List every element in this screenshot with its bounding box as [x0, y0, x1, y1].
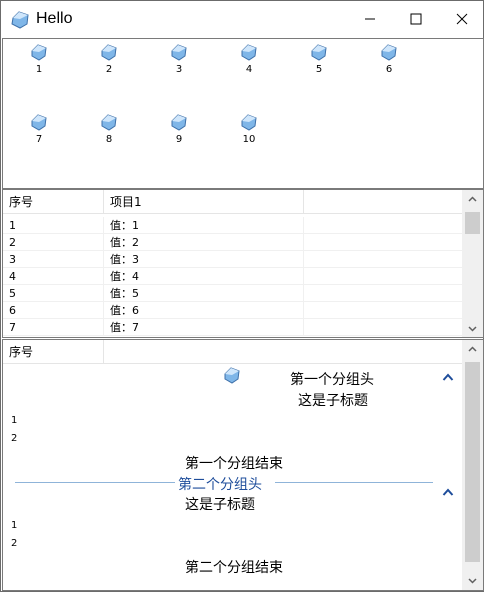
row-index: 3 [3, 251, 104, 268]
icon-item[interactable]: 7 [19, 111, 59, 155]
maximize-icon [410, 13, 422, 25]
icon-label: 5 [315, 64, 323, 75]
icon-label: 3 [175, 64, 183, 75]
gem-icon [381, 44, 397, 61]
row-value: 值：4 [104, 268, 304, 285]
table-row[interactable]: 6 值：6 [3, 302, 463, 319]
row-index: 5 [3, 285, 104, 302]
icon-item[interactable]: 3 [159, 41, 199, 85]
gem-icon [101, 44, 117, 61]
close-icon [456, 13, 468, 25]
minimize-button[interactable] [347, 1, 393, 37]
group2-subtitle: 这是子标题 [185, 497, 255, 513]
list-item[interactable]: 1 [11, 415, 17, 426]
group-list-header: 序号 [3, 340, 463, 364]
group1-footer: 第一个分组结束 [185, 456, 283, 472]
chevron-down-icon [468, 577, 477, 584]
window-title: Hello [36, 10, 73, 27]
icon-item[interactable]: 4 [229, 41, 269, 85]
gem-icon [171, 114, 187, 131]
group-divider [15, 482, 175, 483]
scroll-up-button[interactable] [462, 340, 483, 357]
icon-item[interactable]: 5 [299, 41, 339, 85]
chevron-down-icon [468, 325, 477, 332]
scroll-thumb[interactable] [465, 362, 480, 562]
row-index: 7 [3, 319, 104, 336]
table-row[interactable]: 1 值：1 [3, 217, 463, 234]
icon-label: 2 [105, 64, 113, 75]
icon-label: 4 [245, 64, 253, 75]
gem-icon [224, 367, 240, 384]
icon-view[interactable]: 1 2 3 4 5 6 7 8 9 10 [2, 38, 484, 189]
gem-icon [241, 114, 257, 131]
row-value: 值：7 [104, 319, 304, 336]
scroll-down-button[interactable] [462, 572, 483, 589]
icon-label: 1 [35, 64, 43, 75]
row-value: 值：3 [104, 251, 304, 268]
table-row[interactable]: 3 值：3 [3, 251, 463, 268]
scroll-up-button[interactable] [462, 190, 483, 207]
icon-item[interactable]: 8 [89, 111, 129, 155]
icon-item[interactable]: 1 [19, 41, 59, 85]
row-index: 2 [3, 234, 104, 251]
collapse-chevron-up-icon[interactable] [442, 487, 454, 497]
list-scrollbar[interactable] [462, 190, 483, 337]
icon-label: 6 [385, 64, 393, 75]
group1-subtitle: 这是子标题 [298, 393, 368, 409]
group-divider [275, 482, 433, 483]
title-bar[interactable]: Hello [1, 1, 483, 38]
close-button[interactable] [439, 1, 484, 37]
table-row[interactable]: 2 值：2 [3, 234, 463, 251]
minimize-icon [365, 18, 375, 20]
grouped-list-view[interactable]: 序号 第一个分组头 这是子标题 1 2 第一个分组结束 第二个分组头 这是子标题… [2, 339, 484, 591]
chevron-up-icon [468, 195, 477, 202]
gem-icon [101, 114, 117, 131]
scroll-down-button[interactable] [462, 320, 483, 337]
column-header-index[interactable]: 序号 [3, 340, 104, 364]
row-value: 值：1 [104, 217, 304, 234]
icon-label: 10 [242, 134, 256, 145]
gem-icon [311, 44, 327, 61]
table-row[interactable]: 5 值：5 [3, 285, 463, 302]
row-value: 值：5 [104, 285, 304, 302]
row-index: 6 [3, 302, 104, 319]
column-header-item1[interactable]: 项目1 [104, 190, 304, 214]
scroll-thumb[interactable] [465, 212, 480, 234]
app-icon [11, 11, 29, 29]
app-window: Hello 1 2 3 4 5 6 7 8 9 10 序号 项目1 1 值：1 … [0, 0, 484, 592]
gem-icon [31, 44, 47, 61]
icon-item[interactable]: 2 [89, 41, 129, 85]
icon-item[interactable]: 6 [369, 41, 409, 85]
collapse-chevron-up-icon[interactable] [442, 372, 454, 382]
icon-label: 8 [105, 134, 113, 145]
maximize-button[interactable] [393, 1, 439, 37]
gem-icon [241, 44, 257, 61]
icon-label: 9 [175, 134, 183, 145]
group1-header[interactable]: 第一个分组头 [290, 369, 374, 389]
list-item[interactable]: 2 [11, 538, 17, 549]
list-item[interactable]: 2 [11, 433, 17, 444]
gem-icon [31, 114, 47, 131]
icon-label: 7 [35, 134, 43, 145]
table-row[interactable]: 4 值：4 [3, 268, 463, 285]
row-value: 值：2 [104, 234, 304, 251]
row-index: 1 [3, 217, 104, 234]
icon-item[interactable]: 10 [229, 111, 269, 155]
list-header: 序号 项目1 [3, 190, 463, 214]
group2-footer: 第二个分组结束 [185, 560, 283, 576]
gem-icon [171, 44, 187, 61]
column-header-index[interactable]: 序号 [3, 190, 104, 214]
group-scrollbar[interactable] [462, 340, 483, 590]
row-value: 值：6 [104, 302, 304, 319]
icon-item[interactable]: 9 [159, 111, 199, 155]
list-item[interactable]: 1 [11, 520, 17, 531]
row-index: 4 [3, 268, 104, 285]
group2-header[interactable]: 第二个分组头 [178, 474, 262, 494]
chevron-up-icon [468, 345, 477, 352]
report-list-view[interactable]: 序号 项目1 1 值：1 2 值：2 3 值：3 4 值：4 5 值：5 6 值… [2, 189, 484, 338]
table-row[interactable]: 7 值：7 [3, 319, 463, 336]
